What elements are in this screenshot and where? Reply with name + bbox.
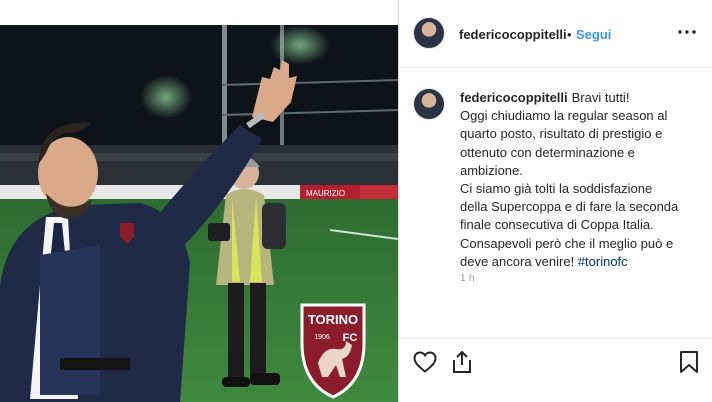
badge-year: 1906 [314,334,330,341]
photo-scene: MAURIZIO TORINO 1906 FC [0,25,398,402]
post-header: federicocoppitelli • Segui [399,0,712,68]
bookmark-icon [680,351,698,373]
share-button[interactable] [447,347,477,377]
caption-line: finale consecutiva di Coppa Italia. [460,217,654,233]
like-button[interactable] [410,347,440,377]
hashtag-link[interactable]: #torinofc [578,254,628,269]
author-username[interactable]: federicocoppitelli [459,27,567,42]
ad-board-text: MAURIZIO [306,189,345,198]
caption-line: Consapevoli però che il meglio può e [460,235,674,251]
caption-line: ottenuto con determinazione e [460,144,635,160]
caption-line: della Supercoppa e di fare la seconda [460,199,679,215]
caption-line: Ci siamo già tolti la soddisfazione [460,181,653,197]
caption-line: deve ancora venire! [460,253,575,269]
save-button[interactable] [674,347,704,377]
more-options-icon[interactable] [676,21,698,43]
badge-title: TORINO [308,312,358,327]
caption-line: Oggi chiudiamo la regular season al [460,108,668,124]
instagram-post: MAURIZIO TORINO 1906 FC federicocoppitel… [0,0,712,402]
caption-line: ambizione. [460,162,523,178]
caption-author-avatar[interactable] [413,88,445,120]
follow-button[interactable]: Segui [576,27,611,42]
caption-line: Bravi tutti! [571,90,630,105]
separator-dot: • [567,27,572,42]
post-photo[interactable]: MAURIZIO TORINO 1906 FC [0,25,398,402]
author-avatar[interactable] [413,17,445,49]
caption-author-username[interactable]: federicocoppitelli [460,90,568,105]
comments-section: federicocoppitelli Bravi tutti! Oggi chiu… [399,68,712,334]
share-icon [453,351,471,373]
action-bar [399,338,712,402]
post-caption: federicocoppitelli Bravi tutti! Oggi chiu… [460,89,696,271]
caption-line: quarto posto, risultato di prestigio e [460,126,663,142]
heart-icon [413,351,437,373]
badge-fc: FC [343,332,358,344]
post-timestamp[interactable]: 1 h [460,273,475,284]
